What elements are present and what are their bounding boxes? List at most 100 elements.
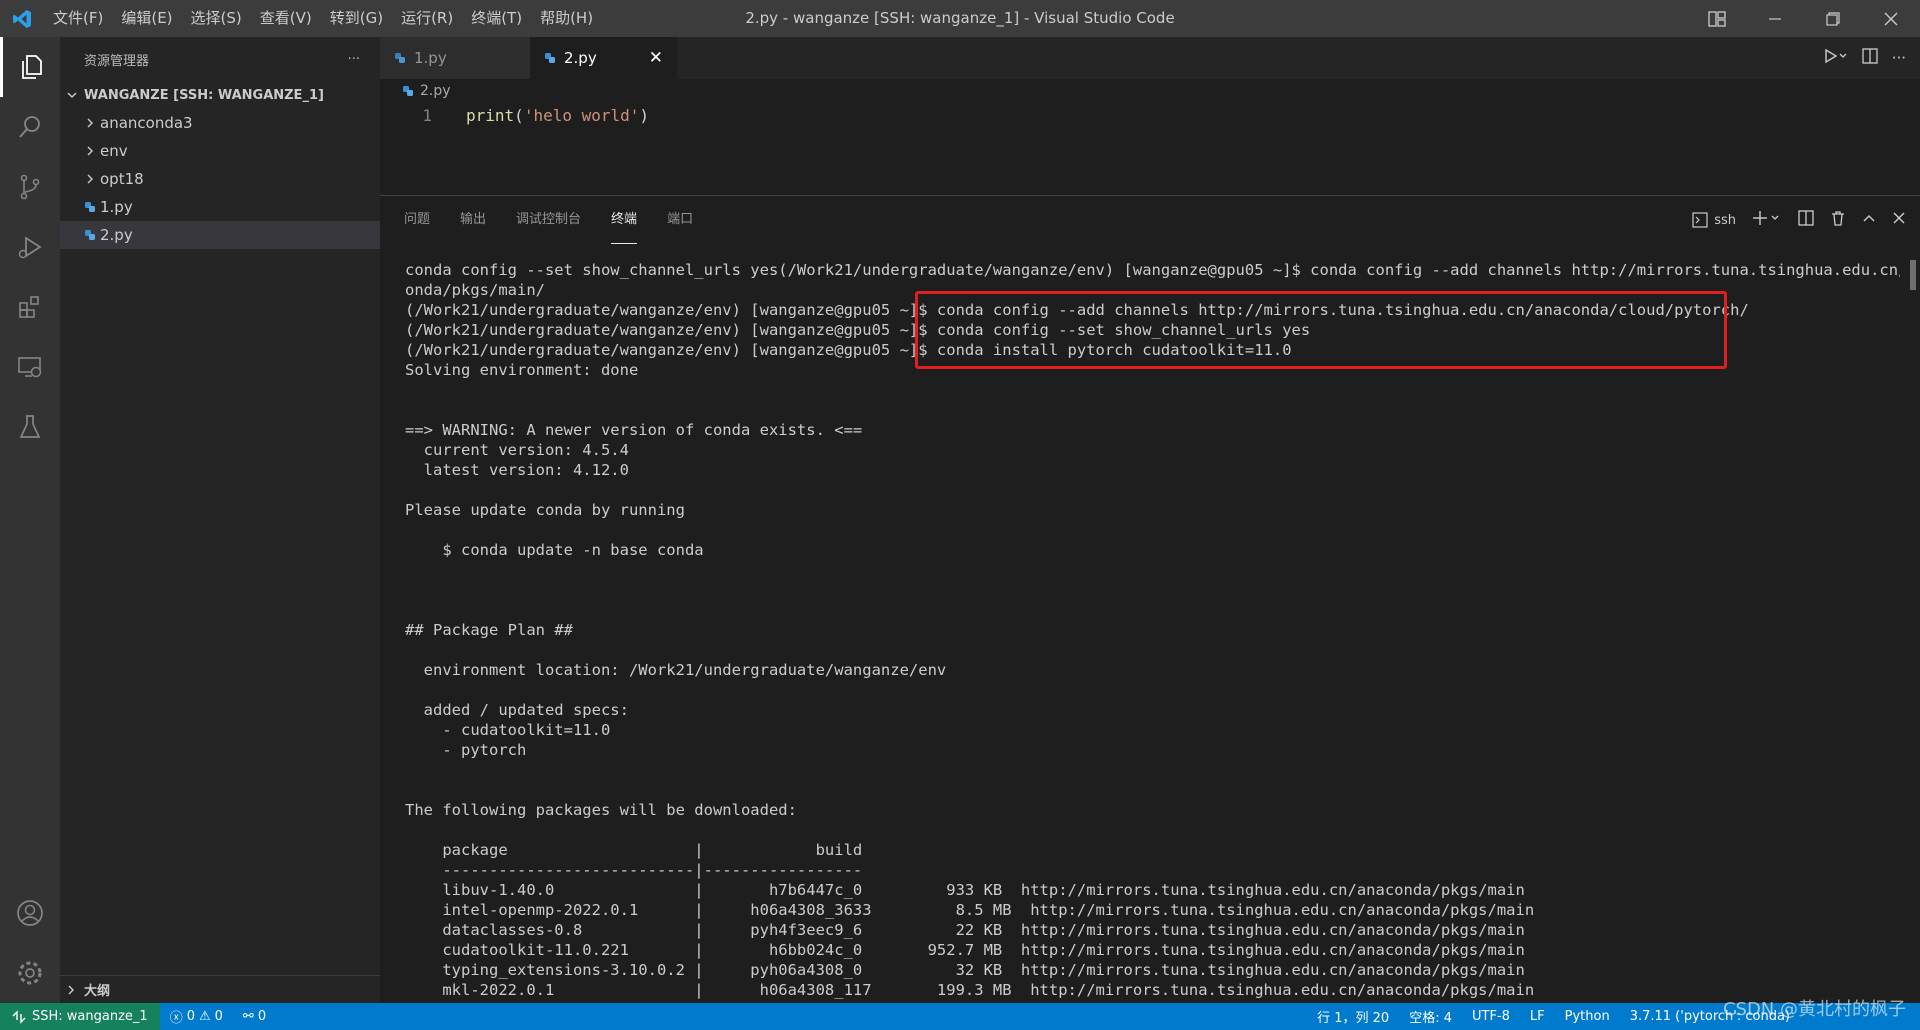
tree-item-env[interactable]: env	[60, 137, 380, 165]
encoding[interactable]: UTF-8	[1462, 1009, 1520, 1024]
ports-status[interactable]: ⚯ 0	[233, 1009, 276, 1024]
tab-terminal[interactable]: 终端	[611, 196, 638, 244]
terminal-output[interactable]: conda config --set show_channel_urls yes…	[405, 260, 1900, 1000]
trash-icon[interactable]	[1830, 210, 1846, 230]
tab-2-py[interactable]: 2.py ✕	[530, 37, 677, 79]
terminal-line: ---------------------------|------------…	[405, 861, 863, 879]
chevron-right-icon	[80, 173, 100, 185]
antenna-icon: ⚯	[242, 1009, 254, 1024]
terminal-line: environment location: /Work21/undergradu…	[405, 661, 947, 679]
indentation[interactable]: 空格: 4	[1399, 1007, 1462, 1026]
close-panel-icon[interactable]	[1892, 211, 1906, 229]
run-debug-icon[interactable]	[0, 217, 60, 277]
gear-icon[interactable]	[0, 943, 60, 1003]
terminal-line: libuv-1.40.0 | h7b6447c_0 933 KB http://…	[405, 881, 1525, 899]
extensions-icon[interactable]	[0, 277, 60, 337]
panel-tabs: 问题 输出 调试控制台 终端 端口	[380, 196, 1920, 244]
shell-name: ssh	[1714, 212, 1736, 228]
outline-section[interactable]: 大纲	[60, 975, 380, 1003]
remote-icon	[12, 1009, 26, 1024]
status-bar: SSH: wanganze_1 ⓧ 0 ⚠ 0 ⚯ 0 行 1，列 20 空格: 4 …	[0, 1003, 1920, 1030]
split-editor-icon[interactable]	[1862, 48, 1878, 68]
tab-ports[interactable]: 端口	[667, 196, 693, 244]
tab-output[interactable]: 输出	[460, 196, 486, 244]
terminal-line: ## Package Plan ##	[405, 621, 573, 639]
close-window-icon[interactable]	[1862, 0, 1920, 37]
more-actions-icon[interactable]: ···	[348, 52, 360, 67]
terminal-line: cudatoolkit-11.0.221 | h6bb024c_0 952.7 …	[405, 941, 1525, 959]
tab-label: 1.py	[414, 49, 447, 67]
ports-count: 0	[257, 1009, 267, 1024]
terminal-shell-selector[interactable]: ssh	[1692, 212, 1736, 228]
workspace-section[interactable]: WANGANZE [SSH: WANGANZE_1]	[60, 81, 380, 109]
remote-label: SSH: wanganze_1	[32, 1009, 148, 1024]
end-of-line[interactable]: LF	[1520, 1009, 1555, 1024]
python-file-icon	[402, 85, 414, 97]
menu-file[interactable]: 文件(F)	[44, 0, 112, 37]
menu-go[interactable]: 转到(G)	[321, 0, 392, 37]
new-terminal-icon[interactable]	[1752, 210, 1782, 230]
source-control-icon[interactable]	[0, 157, 60, 217]
problems-status[interactable]: ⓧ 0 ⚠ 0	[160, 1007, 233, 1026]
code-line[interactable]: 1 print('helo world')	[380, 103, 1920, 127]
terminal-scrollbar[interactable]	[1910, 260, 1916, 290]
cursor-position[interactable]: 行 1，列 20	[1307, 1007, 1399, 1026]
split-terminal-icon[interactable]	[1798, 210, 1814, 230]
tree-item-1-py[interactable]: 1.py	[60, 193, 380, 221]
terminal-icon	[1692, 212, 1708, 228]
workspace-title: WANGANZE [SSH: WANGANZE_1]	[84, 87, 324, 103]
terminal-line: Please update conda by running	[405, 501, 685, 519]
menu-edit[interactable]: 编辑(E)	[112, 0, 181, 37]
tab-problems[interactable]: 问题	[404, 196, 430, 244]
terminal-line: - pytorch	[405, 741, 527, 759]
run-file-icon[interactable]	[1824, 48, 1848, 68]
terminal-line: ==> WARNING: A newer version of conda ex…	[405, 421, 863, 439]
layout-icon[interactable]	[1688, 0, 1746, 37]
language-mode[interactable]: Python	[1555, 1009, 1620, 1024]
watermark: CSDN @黄北村的枫子	[1722, 999, 1906, 1020]
tab-debug-console[interactable]: 调试控制台	[516, 196, 581, 244]
minimize-icon[interactable]	[1746, 0, 1804, 37]
terminal-line: mkl-2022.0.1 | h06a4308_117 199.3 MB htt…	[405, 981, 1535, 999]
code-function: print	[466, 105, 515, 125]
tree-item-ananconda3[interactable]: ananconda3	[60, 109, 380, 137]
menu-bar: 文件(F) 编辑(E) 选择(S) 查看(V) 转到(G) 运行(R) 终端(T…	[44, 0, 602, 37]
tree-item-label: 1.py	[100, 198, 133, 216]
search-icon[interactable]	[0, 97, 60, 157]
tree-item-2-py[interactable]: 2.py	[60, 221, 380, 249]
testing-icon[interactable]	[0, 397, 60, 457]
terminal-line: latest version: 4.12.0	[405, 461, 629, 479]
remote-explorer-icon[interactable]	[0, 337, 60, 397]
terminal-line: - cudatoolkit=11.0	[405, 721, 611, 739]
activity-bar	[0, 37, 60, 1003]
menu-terminal[interactable]: 终端(T)	[462, 0, 531, 37]
explorer-sidebar: 资源管理器 ··· WANGANZE [SSH: WANGANZE_1] ana…	[60, 37, 380, 1003]
explorer-icon[interactable]	[0, 37, 60, 97]
restore-icon[interactable]	[1804, 0, 1862, 37]
menu-run[interactable]: 运行(R)	[392, 0, 462, 37]
warning-icon: ⚠	[198, 1009, 211, 1024]
python-file-icon	[80, 229, 100, 241]
editor-area: 1.py 2.py ✕ ··· 2.py 1 print('helo world…	[380, 37, 1920, 195]
maximize-panel-icon[interactable]	[1862, 211, 1876, 229]
menu-view[interactable]: 查看(V)	[251, 0, 321, 37]
tree-item-opt18[interactable]: opt18	[60, 165, 380, 193]
menu-selection[interactable]: 选择(S)	[182, 0, 251, 37]
breadcrumb[interactable]: 2.py	[380, 79, 1920, 103]
terminal-line: conda config --set show_channel_urls yes…	[405, 261, 1900, 279]
terminal-line: package | build	[405, 841, 863, 859]
accounts-icon[interactable]	[0, 883, 60, 943]
tab-1-py[interactable]: 1.py	[380, 37, 530, 79]
tree-item-label: opt18	[100, 170, 144, 188]
remote-indicator[interactable]: SSH: wanganze_1	[0, 1003, 160, 1030]
close-tab-icon[interactable]: ✕	[649, 48, 663, 68]
more-actions-icon[interactable]: ···	[1892, 49, 1906, 67]
terminal-panel: 问题 输出 调试控制台 终端 端口 ssh conda config --set…	[380, 195, 1920, 1003]
menu-help[interactable]: 帮助(H)	[531, 0, 602, 37]
